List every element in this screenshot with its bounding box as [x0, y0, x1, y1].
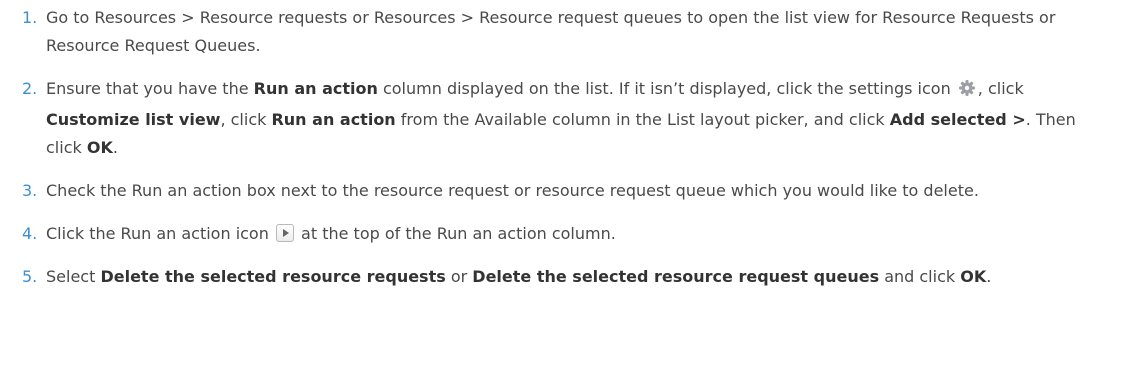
steps-list: 1. Go to Resources > Resource requests or… [22, 4, 1110, 291]
step-text: Go to Resources > Resource requests or R… [46, 8, 1056, 55]
step-number: 1. [22, 8, 38, 27]
step-emphasis: Delete the selected resource request que… [472, 267, 880, 286]
step-text: and click [879, 267, 961, 286]
step-text: Click the Run an action icon [46, 224, 274, 243]
step-emphasis: Run an action [253, 79, 378, 98]
step-text: or [445, 267, 473, 286]
step-text: . [986, 267, 992, 286]
step-text: . [112, 138, 118, 157]
step-text: at the top of the Run an action column. [295, 224, 616, 243]
step-number: 5. [22, 267, 38, 286]
step-item: 2. Ensure that you have the Run an action… [22, 75, 1110, 162]
step-number: 4. [22, 224, 38, 243]
gear-icon [958, 78, 976, 106]
step-emphasis: OK [86, 138, 113, 157]
step-item: 3. Check the Run an action box next to th… [22, 177, 1110, 205]
step-number: 2. [22, 79, 38, 98]
step-text: column displayed on the list. If it isn’… [377, 79, 956, 98]
step-text: Select [46, 267, 101, 286]
step-item: 4. Click the Run an action icon at the to… [22, 220, 1110, 248]
step-item: 5. Select Delete the selected resource re… [22, 263, 1110, 291]
step-item: 1. Go to Resources > Resource requests or… [22, 4, 1110, 60]
step-number: 3. [22, 181, 38, 200]
step-text: , click [977, 79, 1024, 98]
step-text: from the Available column in the List la… [395, 110, 890, 129]
step-emphasis: Delete the selected resource requests [100, 267, 446, 286]
step-emphasis: OK [960, 267, 987, 286]
run-action-icon [275, 224, 294, 242]
step-text: Ensure that you have the [46, 79, 254, 98]
instruction-document: 1. Go to Resources > Resource requests or… [0, 0, 1130, 291]
step-text: Check the Run an action box next to the … [46, 181, 979, 200]
step-text: , click [220, 110, 272, 129]
step-emphasis: Customize list view [46, 110, 221, 129]
step-emphasis: Add selected > [889, 110, 1026, 129]
step-emphasis: Run an action [271, 110, 396, 129]
